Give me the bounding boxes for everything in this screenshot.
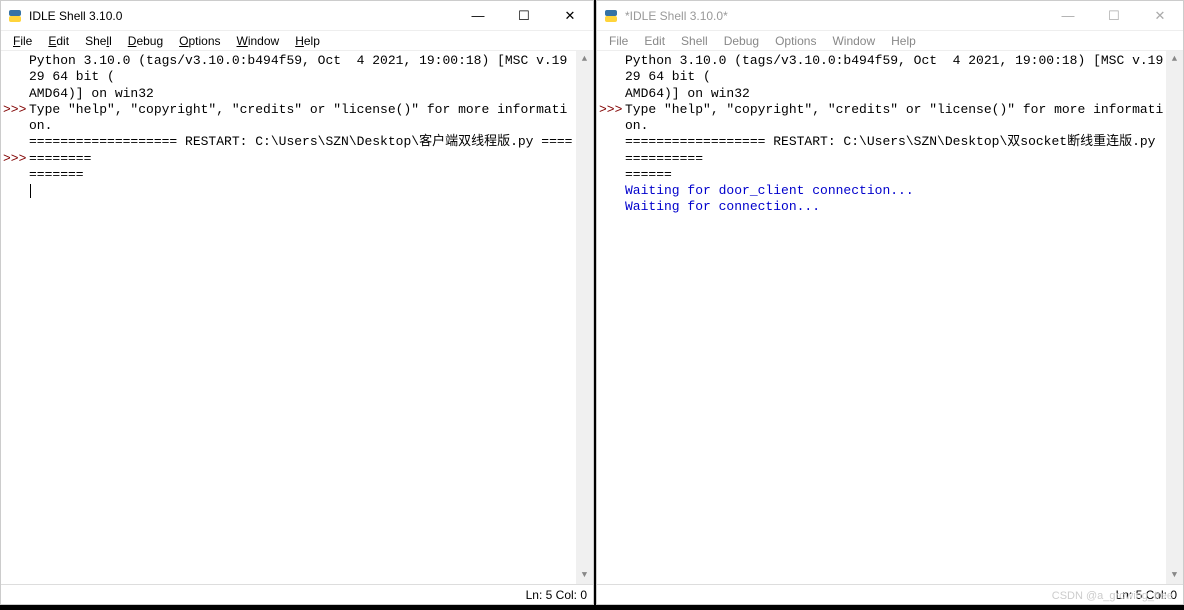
banner-line: Python 3.10.0 (tags/v3.10.0:b494f59, Oct… bbox=[29, 53, 567, 84]
minimize-button[interactable]: — bbox=[455, 1, 501, 30]
window-title: IDLE Shell 3.10.0 bbox=[29, 9, 122, 23]
maximize-button[interactable]: ☐ bbox=[1091, 1, 1137, 30]
prompt-gutter: >>> >>> bbox=[1, 51, 29, 584]
maximize-button[interactable]: ☐ bbox=[501, 1, 547, 30]
prompt: >>> bbox=[599, 102, 625, 118]
menu-file[interactable]: File bbox=[601, 32, 636, 50]
minimize-button[interactable]: — bbox=[1045, 1, 1091, 30]
shell-body[interactable]: >>> >>> Python 3.10.0 (tags/v3.10.0:b494… bbox=[1, 51, 593, 584]
shell-body[interactable]: >>> Python 3.10.0 (tags/v3.10.0:b494f59,… bbox=[597, 51, 1183, 584]
prompt-gutter: >>> bbox=[597, 51, 625, 584]
menu-shell[interactable]: Shell bbox=[673, 32, 716, 50]
menu-help[interactable]: Help bbox=[883, 32, 924, 50]
menu-window[interactable]: Window bbox=[229, 32, 288, 50]
window-controls: — ☐ ✕ bbox=[1045, 1, 1183, 30]
python-icon bbox=[7, 8, 23, 24]
restart-line: ======= bbox=[29, 167, 84, 182]
menu-debug[interactable]: Debug bbox=[716, 32, 767, 50]
scroll-track[interactable] bbox=[1166, 68, 1183, 567]
scroll-up-icon[interactable]: ▲ bbox=[1166, 51, 1183, 68]
output-line: Waiting for connection... bbox=[625, 199, 820, 214]
vertical-scrollbar[interactable]: ▲ ▼ bbox=[1166, 51, 1183, 584]
scroll-track[interactable] bbox=[576, 68, 593, 567]
statusbar: Ln: 5 Col: 0 bbox=[1, 584, 593, 604]
restart-line: =================== RESTART: C:\Users\SZ… bbox=[29, 134, 572, 165]
menubar: File Edit Shell Debug Options Window Hel… bbox=[1, 31, 593, 51]
menu-edit[interactable]: Edit bbox=[636, 32, 673, 50]
menu-shell[interactable]: Shell bbox=[77, 32, 120, 50]
banner-line: Type "help", "copyright", "credits" or "… bbox=[29, 102, 567, 133]
menu-debug[interactable]: Debug bbox=[120, 32, 171, 50]
menubar: File Edit Shell Debug Options Window Hel… bbox=[597, 31, 1183, 51]
menu-window[interactable]: Window bbox=[824, 32, 883, 50]
shell-content[interactable]: Python 3.10.0 (tags/v3.10.0:b494f59, Oct… bbox=[29, 51, 593, 584]
close-button[interactable]: ✕ bbox=[547, 1, 593, 30]
restart-line: ====== bbox=[625, 167, 672, 182]
scroll-up-icon[interactable]: ▲ bbox=[576, 51, 593, 68]
idle-window-left: IDLE Shell 3.10.0 — ☐ ✕ File Edit Shell … bbox=[0, 0, 594, 605]
menu-edit[interactable]: Edit bbox=[40, 32, 77, 50]
restart-line: ================== RESTART: C:\Users\SZN… bbox=[625, 134, 1163, 165]
menu-options[interactable]: Options bbox=[171, 32, 228, 50]
output-line: Waiting for door_client connection... bbox=[625, 183, 914, 198]
window-controls: — ☐ ✕ bbox=[455, 1, 593, 30]
scroll-down-icon[interactable]: ▼ bbox=[576, 567, 593, 584]
vertical-scrollbar[interactable]: ▲ ▼ bbox=[576, 51, 593, 584]
menu-options[interactable]: Options bbox=[767, 32, 824, 50]
idle-window-right: *IDLE Shell 3.10.0* — ☐ ✕ File Edit Shel… bbox=[596, 0, 1184, 605]
banner-line: AMD64)] on win32 bbox=[625, 86, 750, 101]
banner-line: Type "help", "copyright", "credits" or "… bbox=[625, 102, 1163, 133]
menu-help[interactable]: Help bbox=[287, 32, 328, 50]
titlebar[interactable]: IDLE Shell 3.10.0 — ☐ ✕ bbox=[1, 1, 593, 31]
scroll-down-icon[interactable]: ▼ bbox=[1166, 567, 1183, 584]
window-title: *IDLE Shell 3.10.0* bbox=[625, 9, 728, 23]
close-button[interactable]: ✕ bbox=[1137, 1, 1183, 30]
prompt: >>> bbox=[3, 102, 29, 118]
banner-line: AMD64)] on win32 bbox=[29, 86, 154, 101]
cursor-position: Ln: 5 Col: 0 bbox=[1116, 588, 1177, 602]
banner-line: Python 3.10.0 (tags/v3.10.0:b494f59, Oct… bbox=[625, 53, 1163, 84]
titlebar[interactable]: *IDLE Shell 3.10.0* — ☐ ✕ bbox=[597, 1, 1183, 31]
python-icon bbox=[603, 8, 619, 24]
menu-file[interactable]: File bbox=[5, 32, 40, 50]
text-cursor bbox=[30, 184, 31, 198]
statusbar: Ln: 5 Col: 0 bbox=[597, 584, 1183, 604]
cursor-position: Ln: 5 Col: 0 bbox=[526, 588, 587, 602]
prompt: >>> bbox=[3, 151, 29, 167]
shell-content[interactable]: Python 3.10.0 (tags/v3.10.0:b494f59, Oct… bbox=[625, 51, 1183, 584]
